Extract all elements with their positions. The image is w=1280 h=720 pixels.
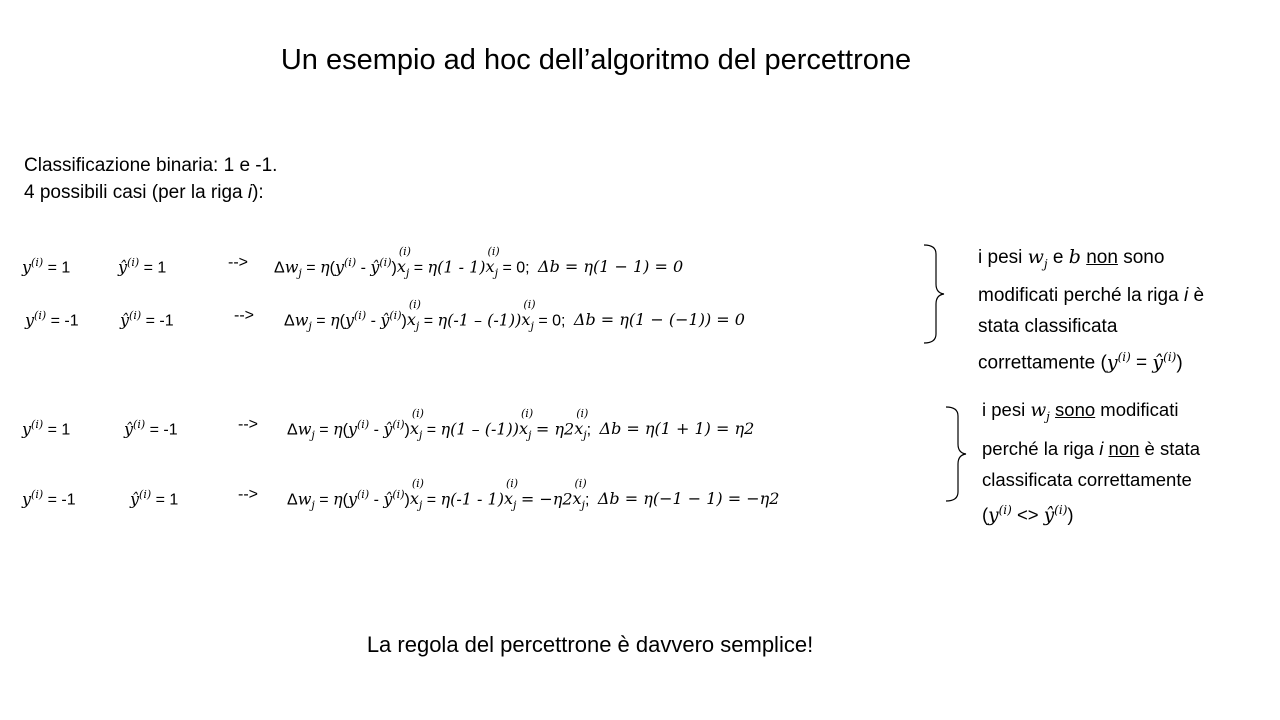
intro-line-2-prefix: 4 possibili casi (per la riga [24, 182, 248, 203]
note-unchanged-line4-eq: = [1130, 352, 1153, 374]
note-changed-line2-b: è stata [1139, 437, 1201, 459]
case-3-y: = 1 [47, 421, 71, 439]
note-changed-non: non [1108, 437, 1140, 459]
note-unchanged-e: e [1047, 247, 1069, 268]
note-changed-sono: sono [1055, 399, 1096, 420]
case-1-yhat: = 1 [143, 259, 167, 277]
case-4-y: = -1 [47, 491, 76, 509]
note-unchanged-line-3: stata classificata [978, 315, 1118, 337]
note-unchanged-line2-b: è [1188, 284, 1205, 306]
note-unchanged-line2-a: modificati perché la riga [978, 284, 1184, 306]
brace-top [923, 244, 945, 344]
intro-line-2: 4 possibili casi (per la riga i): [24, 179, 277, 206]
note-changed-line4-ne: <> [1011, 503, 1044, 525]
case-3-db: Δb = η(1 + 1) = η2 [599, 419, 755, 439]
case-row-2-update: Δwj = η(y(i) - ŷ(i))x (i) j = η(-1 – (-1))… [284, 298, 745, 333]
note-changed-line2-a: perché la riga [982, 437, 1100, 459]
note-unchanged-a: i pesi [978, 247, 1028, 268]
case-3-bracket: η(1 – (-1)) [440, 419, 520, 439]
note-unchanged-non: non [1086, 247, 1118, 268]
case-1-result: = 0; [502, 259, 530, 277]
case-row-3-yhat: ŷ(i) = -1 [124, 418, 178, 439]
case-row-4-yhat: ŷ(i) = 1 [130, 488, 179, 509]
note-unchanged-line-1: i pesi wj e b non sono [978, 242, 1204, 280]
case-row-2-arrow: --> [234, 307, 254, 324]
case-row-1-yhat: ŷ(i) = 1 [118, 256, 167, 277]
case-row-2-yhat: ŷ(i) = -1 [120, 309, 174, 330]
case-2-yhat: = -1 [145, 312, 174, 330]
case-1-y: = 1 [47, 259, 71, 277]
note-unchanged-sono: sono [1117, 247, 1165, 268]
note-changed-line4-end: ) [1067, 503, 1074, 525]
case-4-db: Δb = η(−1 − 1) = −η2 [597, 489, 780, 509]
note-changed-line-4: (y(i) <> ŷ(i)) [982, 502, 1074, 526]
note-changed-a: i pesi [982, 399, 1031, 420]
note-changed-mod: modificati [1095, 399, 1179, 420]
note-unchanged-b: b [1068, 246, 1081, 268]
case-row-1-update: Δwj = η(y(i) - ŷ(i))x (i) j = η(1 - 1)x (i)… [274, 245, 684, 280]
case-3-yhat: = -1 [149, 421, 178, 439]
case-2-db: Δb = η(1 − (−1)) = 0 [573, 310, 745, 330]
intro-text: Classificazione binaria: 1 e -1. 4 possi… [24, 152, 277, 206]
note-unchanged-line4-end: ) [1176, 352, 1183, 374]
case-2-bracket: η(-1 – (-1)) [437, 310, 522, 330]
note-changed-line-2: perché la riga i non è stata [982, 433, 1200, 464]
case-row-1-arrow: --> [228, 254, 248, 271]
case-4-yhat: = 1 [155, 491, 179, 509]
note-unchanged: i pesi wj e b non sono modificati perché… [978, 242, 1204, 378]
case-row-4-arrow: --> [238, 486, 258, 503]
note-changed: i pesi wj sono modificati perché la riga… [982, 394, 1200, 531]
note-unchanged-line-2: modificati perché la riga i è [978, 280, 1204, 311]
brace-bottom [945, 406, 967, 502]
note-changed-line-1: i pesi wj sono modificati [982, 394, 1200, 433]
case-row-4-update: Δwj = η(y(i) - ŷ(i))x (i) j = η(-1 - 1)x (i… [287, 477, 780, 512]
case-row-3-update: Δwj = η(y(i) - ŷ(i))x (i) j = η(1 – (-1))x… [287, 407, 755, 442]
case-row-3-arrow: --> [238, 416, 258, 433]
note-changed-w: w [1030, 400, 1047, 421]
note-unchanged-line-4: correttamente (y(i) = ŷ(i)) [978, 349, 1183, 374]
note-unchanged-w: w [1027, 246, 1044, 268]
case-2-y: = -1 [50, 312, 79, 330]
case-3-result: = η2 [535, 419, 575, 439]
note-changed-line-3: classificata correttamente [982, 468, 1192, 490]
case-4-result: = −η2 [520, 489, 573, 509]
note-unchanged-line4-a: correttamente ( [978, 352, 1107, 374]
case-row-3: y(i) = 1 [22, 418, 71, 439]
case-1-bracket: η(1 - 1) [427, 257, 486, 277]
case-row-1: y(i) = 1 [22, 256, 71, 277]
footer-text: La regola del percettrone è davvero semp… [366, 632, 814, 657]
case-1-db: Δb = η(1 − 1) = 0 [538, 257, 684, 277]
case-2-result: = 0; [538, 312, 566, 330]
intro-line-1: Classificazione binaria: 1 e -1. [24, 155, 278, 176]
case-row-2: y(i) = -1 [25, 309, 79, 330]
intro-line-2-suffix: ): [252, 182, 264, 203]
case-4-bracket: η(-1 - 1) [440, 489, 504, 509]
slide-title: Un esempio ad hoc dell’algoritmo del per… [280, 44, 912, 76]
case-row-4: y(i) = -1 [22, 488, 76, 509]
